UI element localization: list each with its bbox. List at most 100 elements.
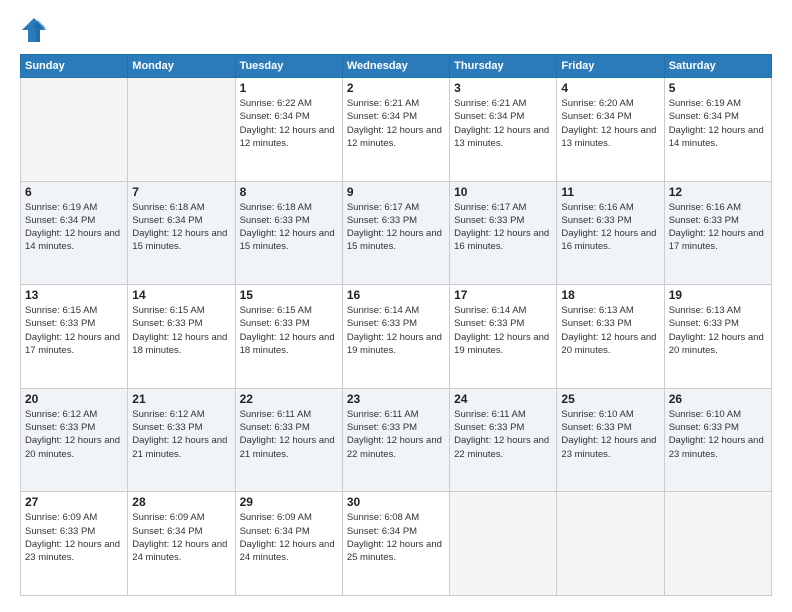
calendar-header-tuesday: Tuesday: [235, 55, 342, 78]
calendar-cell: 23 Sunrise: 6:11 AM Sunset: 6:33 PM Dayli…: [342, 388, 449, 492]
calendar-cell: 28Sunrise: 6:09 AM Sunset: 6:34 PM Dayli…: [128, 492, 235, 596]
calendar-cell: 25 Sunrise: 6:10 AM Sunset: 6:33 PM Dayli…: [557, 388, 664, 492]
header: [20, 16, 772, 44]
day-number: 24: [454, 392, 552, 406]
day-number: 18: [561, 288, 659, 302]
calendar-cell: 1 Sunrise: 6:22 AM Sunset: 6:34 PM Daylig…: [235, 78, 342, 182]
day-info: Sunrise: 6:12 AM Sunset: 6:33 PM Dayligh…: [25, 408, 123, 461]
day-info: Sunrise: 6:09 AM Sunset: 6:33 PM Dayligh…: [25, 511, 123, 564]
day-number: 4: [561, 81, 659, 95]
calendar-header-thursday: Thursday: [450, 55, 557, 78]
day-info: Sunrise: 6:17 AM Sunset: 6:33 PM Dayligh…: [347, 201, 445, 254]
calendar-cell: 5 Sunrise: 6:19 AM Sunset: 6:34 PM Daylig…: [664, 78, 771, 182]
day-number: 20: [25, 392, 123, 406]
day-info: Sunrise: 6:15 AM Sunset: 6:33 PM Dayligh…: [132, 304, 230, 357]
calendar-week-row: 20 Sunrise: 6:12 AM Sunset: 6:33 PM Dayli…: [21, 388, 772, 492]
day-number: 19: [669, 288, 767, 302]
calendar-cell: 15 Sunrise: 6:15 AM Sunset: 6:33 PM Dayli…: [235, 285, 342, 389]
day-number: 1: [240, 81, 338, 95]
day-info: Sunrise: 6:08 AM Sunset: 6:34 PM Dayligh…: [347, 511, 445, 564]
day-info: Sunrise: 6:13 AM Sunset: 6:33 PM Dayligh…: [669, 304, 767, 357]
day-number: 26: [669, 392, 767, 406]
day-info: Sunrise: 6:22 AM Sunset: 6:34 PM Dayligh…: [240, 97, 338, 150]
day-info: Sunrise: 6:12 AM Sunset: 6:33 PM Dayligh…: [132, 408, 230, 461]
calendar-cell: 24 Sunrise: 6:11 AM Sunset: 6:33 PM Dayli…: [450, 388, 557, 492]
day-number: 29: [240, 495, 338, 509]
day-info: Sunrise: 6:09 AM Sunset: 6:34 PM Dayligh…: [240, 511, 338, 564]
calendar-week-row: 13 Sunrise: 6:15 AM Sunset: 6:33 PM Dayli…: [21, 285, 772, 389]
calendar-cell: 4 Sunrise: 6:20 AM Sunset: 6:34 PM Daylig…: [557, 78, 664, 182]
calendar-cell: 27Sunrise: 6:09 AM Sunset: 6:33 PM Dayli…: [21, 492, 128, 596]
logo: [20, 16, 52, 44]
day-info: Sunrise: 6:14 AM Sunset: 6:33 PM Dayligh…: [347, 304, 445, 357]
day-number: 25: [561, 392, 659, 406]
calendar-cell: 26Sunrise: 6:10 AM Sunset: 6:33 PM Dayli…: [664, 388, 771, 492]
day-info: Sunrise: 6:16 AM Sunset: 6:33 PM Dayligh…: [561, 201, 659, 254]
day-info: Sunrise: 6:13 AM Sunset: 6:33 PM Dayligh…: [561, 304, 659, 357]
day-info: Sunrise: 6:21 AM Sunset: 6:34 PM Dayligh…: [454, 97, 552, 150]
calendar-cell: 22 Sunrise: 6:11 AM Sunset: 6:33 PM Dayli…: [235, 388, 342, 492]
calendar-header-wednesday: Wednesday: [342, 55, 449, 78]
day-number: 30: [347, 495, 445, 509]
calendar-header-row: SundayMondayTuesdayWednesdayThursdayFrid…: [21, 55, 772, 78]
day-number: 11: [561, 185, 659, 199]
day-number: 2: [347, 81, 445, 95]
day-info: Sunrise: 6:10 AM Sunset: 6:33 PM Dayligh…: [561, 408, 659, 461]
calendar-cell: 16 Sunrise: 6:14 AM Sunset: 6:33 PM Dayli…: [342, 285, 449, 389]
calendar-cell: 18 Sunrise: 6:13 AM Sunset: 6:33 PM Dayli…: [557, 285, 664, 389]
day-number: 8: [240, 185, 338, 199]
calendar-cell: 30 Sunrise: 6:08 AM Sunset: 6:34 PM Dayli…: [342, 492, 449, 596]
day-info: Sunrise: 6:21 AM Sunset: 6:34 PM Dayligh…: [347, 97, 445, 150]
calendar-table: SundayMondayTuesdayWednesdayThursdayFrid…: [20, 54, 772, 596]
day-number: 13: [25, 288, 123, 302]
day-info: Sunrise: 6:17 AM Sunset: 6:33 PM Dayligh…: [454, 201, 552, 254]
calendar-cell: 6Sunrise: 6:19 AM Sunset: 6:34 PM Daylig…: [21, 181, 128, 285]
calendar-cell: 10 Sunrise: 6:17 AM Sunset: 6:33 PM Dayli…: [450, 181, 557, 285]
day-info: Sunrise: 6:15 AM Sunset: 6:33 PM Dayligh…: [240, 304, 338, 357]
calendar-cell: [128, 78, 235, 182]
day-info: Sunrise: 6:20 AM Sunset: 6:34 PM Dayligh…: [561, 97, 659, 150]
calendar-cell: [557, 492, 664, 596]
calendar-header-friday: Friday: [557, 55, 664, 78]
calendar-cell: 2 Sunrise: 6:21 AM Sunset: 6:34 PM Daylig…: [342, 78, 449, 182]
day-number: 22: [240, 392, 338, 406]
calendar-cell: [450, 492, 557, 596]
calendar-cell: 21Sunrise: 6:12 AM Sunset: 6:33 PM Dayli…: [128, 388, 235, 492]
day-number: 10: [454, 185, 552, 199]
calendar-header-monday: Monday: [128, 55, 235, 78]
calendar-cell: [21, 78, 128, 182]
calendar-cell: 3 Sunrise: 6:21 AM Sunset: 6:34 PM Daylig…: [450, 78, 557, 182]
day-info: Sunrise: 6:18 AM Sunset: 6:33 PM Dayligh…: [240, 201, 338, 254]
logo-icon: [20, 16, 48, 44]
day-info: Sunrise: 6:11 AM Sunset: 6:33 PM Dayligh…: [454, 408, 552, 461]
day-number: 17: [454, 288, 552, 302]
calendar-header-sunday: Sunday: [21, 55, 128, 78]
day-number: 14: [132, 288, 230, 302]
calendar-cell: 9 Sunrise: 6:17 AM Sunset: 6:33 PM Daylig…: [342, 181, 449, 285]
calendar-week-row: 27Sunrise: 6:09 AM Sunset: 6:33 PM Dayli…: [21, 492, 772, 596]
calendar-cell: 8 Sunrise: 6:18 AM Sunset: 6:33 PM Daylig…: [235, 181, 342, 285]
calendar-cell: 11 Sunrise: 6:16 AM Sunset: 6:33 PM Dayli…: [557, 181, 664, 285]
day-info: Sunrise: 6:15 AM Sunset: 6:33 PM Dayligh…: [25, 304, 123, 357]
calendar-cell: 14 Sunrise: 6:15 AM Sunset: 6:33 PM Dayli…: [128, 285, 235, 389]
day-number: 3: [454, 81, 552, 95]
calendar-cell: 17 Sunrise: 6:14 AM Sunset: 6:33 PM Dayli…: [450, 285, 557, 389]
day-number: 9: [347, 185, 445, 199]
calendar-cell: [664, 492, 771, 596]
day-info: Sunrise: 6:19 AM Sunset: 6:34 PM Dayligh…: [669, 97, 767, 150]
day-number: 5: [669, 81, 767, 95]
day-info: Sunrise: 6:11 AM Sunset: 6:33 PM Dayligh…: [347, 408, 445, 461]
day-info: Sunrise: 6:18 AM Sunset: 6:34 PM Dayligh…: [132, 201, 230, 254]
day-info: Sunrise: 6:11 AM Sunset: 6:33 PM Dayligh…: [240, 408, 338, 461]
day-info: Sunrise: 6:19 AM Sunset: 6:34 PM Dayligh…: [25, 201, 123, 254]
day-info: Sunrise: 6:14 AM Sunset: 6:33 PM Dayligh…: [454, 304, 552, 357]
day-number: 16: [347, 288, 445, 302]
day-number: 23: [347, 392, 445, 406]
calendar-cell: 20 Sunrise: 6:12 AM Sunset: 6:33 PM Dayli…: [21, 388, 128, 492]
day-number: 15: [240, 288, 338, 302]
day-number: 7: [132, 185, 230, 199]
calendar-cell: 12Sunrise: 6:16 AM Sunset: 6:33 PM Dayli…: [664, 181, 771, 285]
day-number: 12: [669, 185, 767, 199]
calendar-header-saturday: Saturday: [664, 55, 771, 78]
calendar-cell: 19 Sunrise: 6:13 AM Sunset: 6:33 PM Dayli…: [664, 285, 771, 389]
